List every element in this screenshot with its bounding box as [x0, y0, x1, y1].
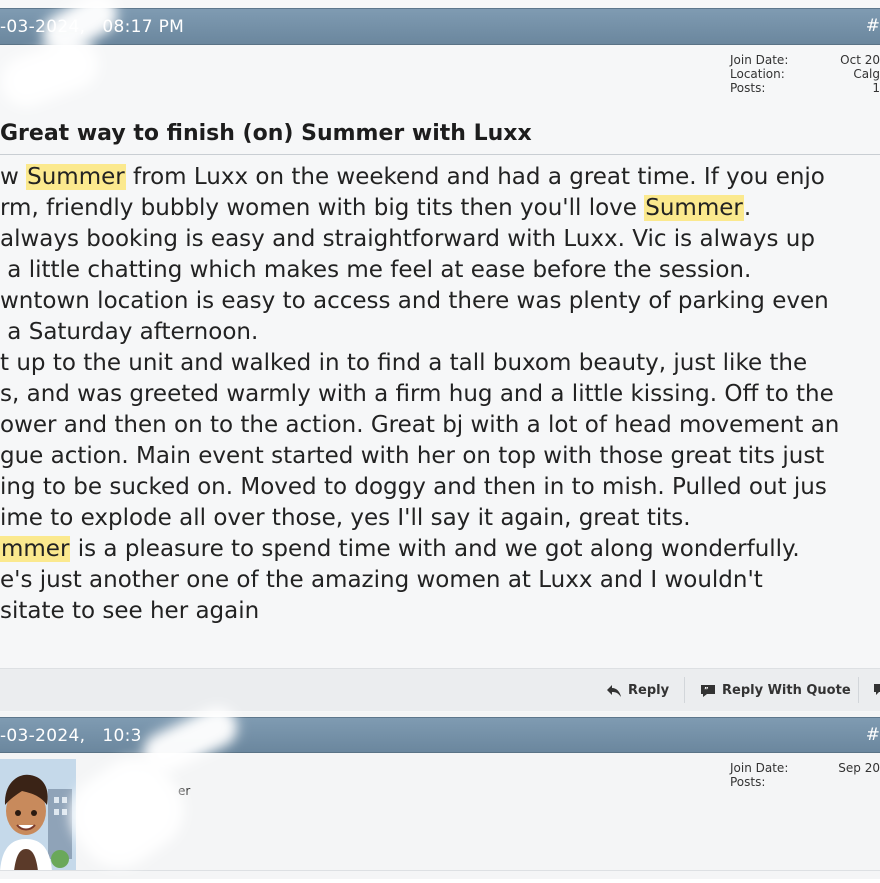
posts-label: Posts: — [730, 775, 766, 789]
posts-value: 1 — [872, 81, 880, 95]
reply-with-quote-label: Reply With Quote — [722, 683, 851, 698]
multi-quote-button[interactable] — [873, 683, 880, 697]
posts-label: Posts: — [730, 81, 766, 95]
post-body-line: a little chatting which makes me feel at… — [0, 255, 880, 286]
post-permalink[interactable]: # — [866, 725, 880, 745]
post-title: Great way to finish (on) Summer with Lux… — [0, 121, 532, 146]
search-highlight: mmer — [0, 536, 71, 562]
join-date-value: Sep 20 — [838, 761, 880, 775]
join-date-row: Join Date: Sep 20 — [730, 761, 880, 775]
post-text: t up to the unit and walked in to find a… — [0, 350, 808, 376]
post-text: gue action. Main event started with her … — [0, 443, 825, 469]
post-date: -03-2024, 10:3 — [0, 726, 142, 746]
posts-value — [830, 775, 880, 789]
action-divider — [684, 677, 685, 703]
post-body-line: gue action. Main event started with her … — [0, 441, 880, 472]
user-info: Join Date: Oct 20 Location: Calg Posts: … — [730, 53, 880, 95]
post-text: ower and then on to the action. Great bj… — [0, 412, 840, 438]
post-text: s, and was greeted warmly with a firm hu… — [0, 381, 834, 407]
post-body-line: t up to the unit and walked in to find a… — [0, 348, 880, 379]
posts-row: Posts: — [730, 775, 880, 789]
post-body-line: always booking is easy and straightforwa… — [0, 224, 880, 255]
post-body-line: sitate to see her again — [0, 596, 880, 627]
post-body-line: e's just another one of the amazing wome… — [0, 565, 880, 596]
post-body-line: s, and was greeted warmly with a firm hu… — [0, 379, 880, 410]
post-body-line: ower and then on to the action. Great bj… — [0, 410, 880, 441]
reply-label: Reply — [628, 683, 670, 698]
user-info: Join Date: Sep 20 Posts: — [730, 761, 880, 789]
multi-quote-icon — [874, 684, 880, 695]
posts-row: Posts: 1 — [730, 81, 880, 95]
post-text: w — [0, 164, 27, 190]
reply-with-quote-button[interactable]: ” Reply With Quote — [700, 683, 851, 698]
join-date-row: Join Date: Oct 20 — [730, 53, 880, 67]
post-text: ing to be sucked on. Moved to doggy and … — [0, 474, 827, 500]
post-text: wntown location is easy to access and th… — [0, 288, 829, 314]
post-actions-bar: Reply ” Reply With Quote — [0, 668, 880, 711]
location-row: Location: Calg — [730, 67, 880, 81]
post-divider — [0, 870, 880, 871]
post-text: a little chatting which makes me feel at… — [0, 257, 752, 283]
reply-button[interactable]: Reply — [606, 683, 669, 698]
post-body-line: w Summer from Luxx on the weekend and ha… — [0, 162, 880, 193]
post-body-line: rm, friendly bubbly women with big tits … — [0, 193, 880, 224]
svg-text:”: ” — [704, 686, 709, 694]
post-body-line: mmer is a pleasure to spend time with an… — [0, 534, 880, 565]
action-divider — [858, 677, 859, 703]
post-text: always booking is easy and straightforwa… — [0, 226, 815, 252]
avatar[interactable] — [0, 759, 76, 871]
join-date-value: Oct 20 — [840, 53, 880, 67]
post-1: -03-2024, 08:17 PM # Join Date: Oct 20 L… — [0, 0, 880, 712]
search-highlight: Summer — [26, 164, 126, 190]
title-divider — [0, 154, 880, 155]
post-body-line: wntown location is easy to access and th… — [0, 286, 880, 317]
location-value: Calg — [853, 67, 880, 81]
join-date-label: Join Date: — [730, 53, 789, 67]
quote-icon: ” — [701, 684, 715, 697]
post-text: a Saturday afternoon. — [0, 319, 259, 345]
post-body-line: a Saturday afternoon. — [0, 317, 880, 348]
post-body: w Summer from Luxx on the weekend and ha… — [0, 162, 880, 627]
post-body-line: ing to be sucked on. Moved to doggy and … — [0, 472, 880, 503]
join-date-label: Join Date: — [730, 761, 789, 775]
post-text: sitate to see her again — [0, 598, 260, 624]
post-body-line: ime to explode all over those, yes I'll … — [0, 503, 880, 534]
post-text: rm, friendly bubbly women with big tits … — [0, 195, 645, 221]
location-label: Location: — [730, 67, 785, 81]
search-highlight: Summer — [644, 195, 744, 221]
post-text: from Luxx on the weekend and had a great… — [125, 164, 825, 190]
post-text: is a pleasure to spend time with and we … — [70, 536, 800, 562]
post-text: . — [743, 195, 752, 221]
avatar-image — [0, 759, 76, 871]
post-text: ime to explode all over those, yes I'll … — [0, 505, 691, 531]
post-header: -03-2024, 08:17 PM # — [0, 8, 880, 45]
post-header: -03-2024, 10:3 # — [0, 717, 880, 753]
post-permalink[interactable]: # — [866, 16, 880, 36]
post-text: e's just another one of the amazing wome… — [0, 567, 763, 593]
reply-icon — [607, 684, 621, 697]
